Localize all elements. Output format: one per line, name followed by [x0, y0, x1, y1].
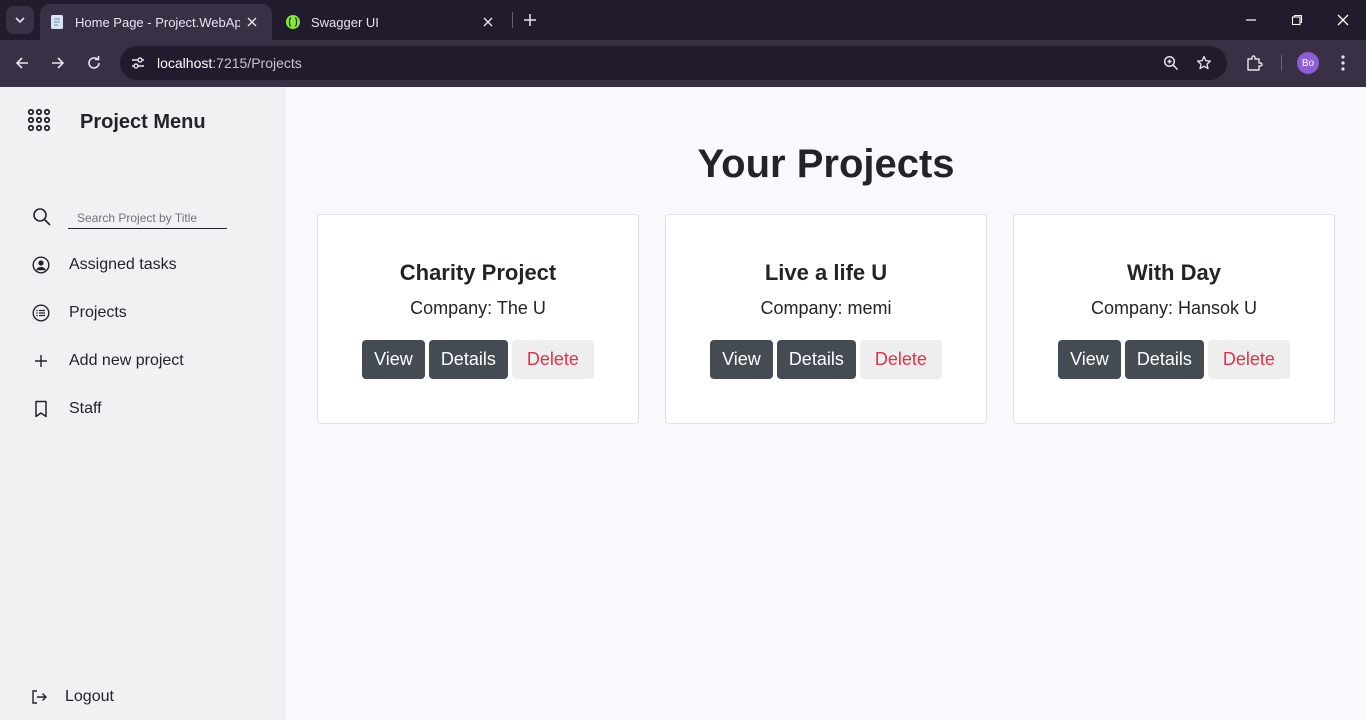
arrow-left-icon	[15, 57, 28, 69]
project-card: Live a life U Company: memi View Details…	[665, 214, 987, 424]
sidebar-item-label: Assigned tasks	[69, 256, 177, 273]
bookmark-icon	[30, 398, 52, 420]
project-title: With Day	[1127, 260, 1221, 285]
page-title: Your Projects	[697, 142, 955, 186]
close-icon	[1337, 14, 1349, 26]
sidebar-item-label: Projects	[69, 304, 127, 321]
logout-button[interactable]: Logout	[28, 683, 114, 711]
project-actions: View Details Delete	[1014, 340, 1334, 379]
browser-chrome: Home Page - Project.WebApp Swagger UI lo…	[0, 0, 1366, 87]
more-vertical-icon	[1341, 55, 1345, 71]
zoom-button[interactable]	[1159, 51, 1183, 75]
tab-swagger-ui[interactable]: Swagger UI	[276, 4, 508, 40]
project-company: Company: Hansok U	[1090, 298, 1258, 318]
apps-grid-icon[interactable]	[27, 108, 51, 132]
browser-toolbar: localhost:7215/Projects Bo	[0, 40, 1366, 87]
view-button[interactable]: View	[362, 340, 425, 379]
list-circle-icon	[30, 302, 52, 324]
sidebar-item-assigned-tasks[interactable]: Assigned tasks	[30, 251, 270, 279]
site-info-button[interactable]	[126, 51, 150, 75]
zoom-icon	[1163, 55, 1179, 71]
browser-menu-button[interactable]	[1330, 50, 1356, 76]
tab-separator	[512, 12, 513, 28]
project-title: Charity Project	[399, 260, 557, 285]
tab-close-icon[interactable]	[240, 10, 264, 34]
tune-icon	[132, 57, 144, 69]
close-window-button[interactable]	[1331, 8, 1355, 32]
delete-button[interactable]: Delete	[1207, 340, 1290, 379]
tab-title: Swagger UI	[311, 14, 379, 30]
plus-icon	[524, 14, 536, 26]
page-favicon-icon	[51, 15, 63, 29]
sidebar: Project Menu Assigned tasks Projects Add…	[0, 87, 286, 720]
restore-icon	[1291, 14, 1303, 26]
tab-title: Home Page - Project.WebApp	[75, 14, 240, 30]
project-company: Company: The U	[410, 298, 546, 318]
tab-strip: Home Page - Project.WebApp Swagger UI	[0, 0, 1366, 40]
sidebar-item-projects[interactable]: Projects	[30, 299, 270, 327]
view-button[interactable]: View	[710, 340, 773, 379]
sidebar-item-label: Staff	[69, 400, 102, 417]
details-button[interactable]: Details	[776, 340, 856, 379]
url-text[interactable]: localhost:7215/Projects	[157, 55, 302, 71]
chevron-down-icon	[15, 17, 25, 24]
sidebar-item-label: Add new project	[69, 352, 184, 369]
toolbar-separator	[1281, 55, 1282, 71]
minimize-icon	[1246, 19, 1256, 21]
project-actions: View Details Delete	[666, 340, 986, 379]
url-path: :7215/Projects	[212, 55, 302, 71]
tab-home-page[interactable]: Home Page - Project.WebApp	[40, 4, 272, 40]
minimize-button[interactable]	[1239, 8, 1263, 32]
details-button[interactable]: Details	[428, 340, 508, 379]
search-input[interactable]	[68, 207, 227, 229]
project-actions: View Details Delete	[318, 340, 638, 379]
user-circle-icon	[30, 254, 52, 276]
reload-button[interactable]	[81, 50, 107, 76]
sidebar-title: Project Menu	[80, 111, 206, 133]
swagger-favicon-icon	[286, 15, 300, 29]
tab-search-button[interactable]	[6, 6, 34, 34]
plus-icon	[30, 350, 52, 372]
extensions-button[interactable]	[1241, 50, 1267, 76]
project-card: With Day Company: Hansok U View Details …	[1013, 214, 1335, 424]
details-button[interactable]: Details	[1124, 340, 1204, 379]
logout-icon	[28, 686, 50, 708]
sidebar-item-add-new-project[interactable]: Add new project	[30, 347, 270, 375]
tab-close-icon[interactable]	[476, 10, 500, 34]
bookmark-star-button[interactable]	[1192, 51, 1216, 75]
address-bar[interactable]: localhost:7215/Projects	[120, 46, 1227, 80]
view-button[interactable]: View	[1058, 340, 1121, 379]
project-company: Company: memi	[760, 298, 892, 318]
logout-label: Logout	[65, 688, 114, 705]
project-card: Charity Project Company: The U View Deta…	[317, 214, 639, 424]
star-icon	[1196, 55, 1212, 70]
sidebar-item-staff[interactable]: Staff	[30, 395, 270, 423]
arrow-right-icon	[52, 57, 65, 69]
new-tab-button[interactable]	[518, 8, 542, 32]
profile-avatar[interactable]: Bo	[1297, 52, 1319, 74]
url-host: localhost	[157, 55, 213, 71]
restore-button[interactable]	[1285, 8, 1309, 32]
back-button[interactable]	[9, 50, 35, 76]
delete-button[interactable]: Delete	[859, 340, 942, 379]
puzzle-icon	[1247, 55, 1263, 71]
reload-icon	[88, 56, 100, 69]
search-icon	[33, 208, 51, 226]
forward-button[interactable]	[45, 50, 71, 76]
delete-button[interactable]: Delete	[511, 340, 594, 379]
project-title: Live a life U	[764, 260, 888, 285]
